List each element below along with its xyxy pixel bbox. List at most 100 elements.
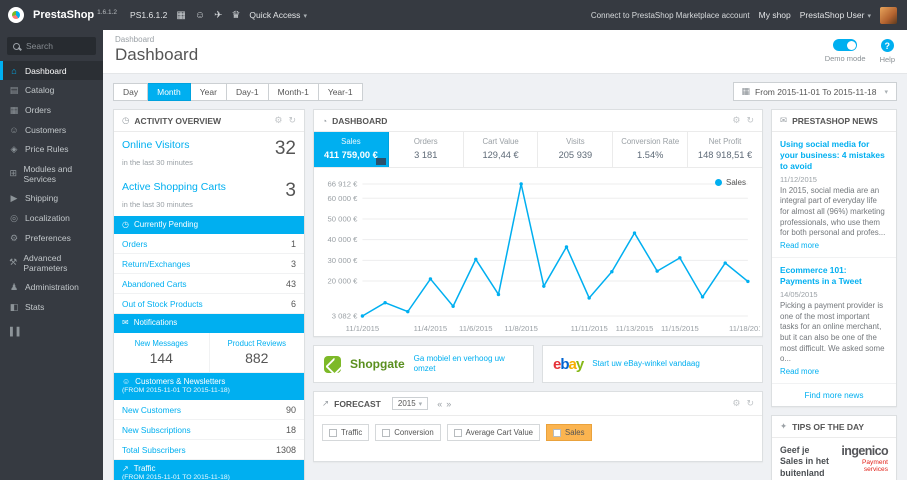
orders-link[interactable]: Orders bbox=[122, 239, 147, 249]
trophy-icon[interactable]: ♛ bbox=[231, 10, 240, 21]
refresh-icon[interactable]: ↻ bbox=[746, 115, 754, 126]
sidebar-item-dashboard[interactable]: ⌂ Dashboard bbox=[0, 61, 103, 80]
sidebar-item-localization[interactable]: ◎ Localization bbox=[0, 208, 103, 228]
gear-icon[interactable]: ⚙ bbox=[274, 115, 282, 126]
demo-mode-label: Demo mode bbox=[824, 54, 866, 63]
sidebar-item-catalog[interactable]: ▤ Catalog bbox=[0, 80, 103, 100]
legend-average-cart-value[interactable]: Average Cart Value bbox=[446, 424, 540, 441]
shopgate-banner[interactable]: Shopgate Ga mobiel en verhoog uw omzet bbox=[313, 345, 534, 383]
breadcrumb[interactable]: Dashboard bbox=[115, 35, 198, 44]
kpi-orders[interactable]: Orders 3 181 bbox=[389, 132, 464, 167]
sidebar-search[interactable] bbox=[7, 37, 96, 55]
chip-label: Average Cart Value bbox=[465, 428, 533, 437]
chart-legend[interactable]: Sales bbox=[714, 178, 746, 187]
news-title-link[interactable]: Ecommerce 101: Payments in a Tweet bbox=[780, 265, 888, 287]
shopgate-link[interactable]: Ga mobiel en verhoog uw omzet bbox=[414, 354, 523, 374]
tab-year-1[interactable]: Year-1 bbox=[318, 82, 363, 101]
sidebar-item-preferences[interactable]: ⚙ Preferences bbox=[0, 228, 103, 248]
kpi-visits[interactable]: Visits 205 939 bbox=[538, 132, 614, 167]
avatar[interactable] bbox=[880, 6, 897, 24]
returns-value: 3 bbox=[290, 258, 296, 269]
prestashop-logo-icon[interactable] bbox=[8, 7, 24, 23]
active-carts-link[interactable]: Active Shopping Carts bbox=[122, 181, 226, 193]
date-range-picker[interactable]: ▦ From 2015-11-01 To 2015-11-18 bbox=[732, 82, 897, 101]
new-subscriptions-link[interactable]: New Subscriptions bbox=[122, 425, 191, 435]
kpi-cart-value[interactable]: Cart Value 129,44 € bbox=[464, 132, 539, 167]
product-reviews-cell[interactable]: Product Reviews 882 bbox=[208, 332, 305, 372]
sidebar-item-price-rules[interactable]: ◈ Price Rules bbox=[0, 139, 103, 159]
year-select[interactable]: 2015 bbox=[391, 397, 429, 410]
tab-month-1[interactable]: Month-1 bbox=[268, 82, 319, 101]
panel-tools: ⚙ ↻ bbox=[274, 115, 296, 126]
customers-icon[interactable]: ☺ bbox=[195, 10, 205, 21]
refresh-icon[interactable]: ↻ bbox=[746, 398, 754, 409]
demo-mode-toggle[interactable]: Demo mode bbox=[825, 39, 866, 64]
sidebar-collapse-button[interactable]: ▌▌ bbox=[0, 317, 103, 346]
messages-icon[interactable]: ✈ bbox=[214, 10, 222, 21]
svg-text:11/6/2015: 11/6/2015 bbox=[459, 324, 493, 333]
kpi-conversion-rate[interactable]: Conversion Rate 1.54% bbox=[613, 132, 689, 167]
my-shop-link[interactable]: My shop bbox=[759, 10, 791, 20]
kpi-sales[interactable]: Sales 411 759,00 € bbox=[314, 132, 389, 167]
date-range-label: From 2015-11-01 To 2015-11-18 bbox=[755, 86, 877, 97]
out-of-stock-link[interactable]: Out of Stock Products bbox=[122, 299, 203, 309]
section-title: Traffic bbox=[133, 464, 156, 473]
legend-label: Sales bbox=[725, 178, 746, 187]
read-more-link[interactable]: Read more bbox=[780, 367, 819, 376]
tab-year[interactable]: Year bbox=[190, 82, 227, 101]
prev-icon[interactable]: « bbox=[437, 399, 442, 409]
tips-top: Geef je Sales in het buitenland een Boos… bbox=[780, 445, 889, 480]
user-menu[interactable]: PrestaShop User bbox=[800, 10, 871, 20]
sidebar-item-shipping[interactable]: ▶ Shipping bbox=[0, 188, 103, 208]
tips-panel-header: ✦ TIPS OF THE DAY bbox=[772, 416, 896, 438]
sidebar-item-advanced-parameters[interactable]: ⚒ Advanced Parameters bbox=[0, 248, 103, 277]
help-button[interactable]: Help bbox=[880, 39, 895, 64]
dashboard-columns: ◷ ACTIVITY OVERVIEW ⚙ ↻ Online Visitors … bbox=[113, 109, 897, 480]
abandoned-carts-link[interactable]: Abandoned Carts bbox=[122, 279, 187, 289]
sidebar-item-customers[interactable]: ☺ Customers bbox=[0, 120, 103, 139]
module-banners: Shopgate Ga mobiel en verhoog uw omzet e… bbox=[313, 345, 763, 383]
help-icon[interactable] bbox=[880, 39, 894, 52]
quick-access-menu[interactable]: Quick Access bbox=[249, 10, 307, 20]
section-title: Notifications bbox=[133, 318, 178, 328]
topbar-right: Connect to PrestaShop Marketplace accoun… bbox=[591, 6, 897, 24]
online-visitors-link[interactable]: Online Visitors bbox=[122, 139, 190, 151]
tab-day-1[interactable]: Day-1 bbox=[226, 82, 269, 101]
cart-icon[interactable]: ▦ bbox=[176, 10, 185, 21]
legend-sales[interactable]: Sales bbox=[546, 424, 592, 441]
brand-name[interactable]: PrestaShop bbox=[33, 9, 94, 21]
svg-text:11/18/2015: 11/18/2015 bbox=[729, 324, 760, 333]
connect-marketplace-link[interactable]: Connect to PrestaShop Marketplace accoun… bbox=[591, 11, 750, 20]
tab-month[interactable]: Month bbox=[148, 82, 191, 101]
sidebar-item-label: Orders bbox=[25, 105, 51, 115]
sidebar-item-orders[interactable]: ▦ Orders bbox=[0, 100, 103, 120]
legend-traffic[interactable]: Traffic bbox=[322, 424, 370, 441]
legend-conversion[interactable]: Conversion bbox=[375, 424, 441, 441]
returns-link[interactable]: Return/Exchanges bbox=[122, 259, 190, 269]
find-more-news-link[interactable]: Find more news bbox=[772, 384, 896, 406]
toggle-icon[interactable] bbox=[833, 39, 858, 51]
news-title-link[interactable]: Using social media for your business: 4 … bbox=[780, 139, 888, 172]
new-messages-cell[interactable]: New Messages 144 bbox=[114, 333, 209, 372]
page-title: Dashboard bbox=[115, 45, 199, 64]
refresh-icon[interactable]: ↻ bbox=[288, 115, 296, 126]
tab-day[interactable]: Day bbox=[113, 82, 149, 101]
gear-icon[interactable]: ⚙ bbox=[732, 115, 740, 126]
gear-icon[interactable]: ⚙ bbox=[732, 398, 740, 409]
sidebar-item-modules[interactable]: ⊞ Modules and Services bbox=[0, 159, 103, 188]
new-customers-link[interactable]: New Customers bbox=[122, 405, 181, 415]
tips-panel: ✦ TIPS OF THE DAY Geef je Sales in het b… bbox=[771, 415, 897, 480]
total-subscribers-link[interactable]: Total Subscribers bbox=[122, 445, 186, 455]
sidebar-item-stats[interactable]: ◧ Stats bbox=[0, 297, 103, 317]
next-icon[interactable]: » bbox=[446, 399, 451, 409]
forecast-panel: ↗ FORECAST 2015 « » ⚙ ↻ Traffic Conversi… bbox=[313, 391, 763, 462]
tips-body: Geef je Sales in het buitenland een Boos… bbox=[772, 438, 896, 480]
sidebar-item-administration[interactable]: ♟ Administration bbox=[0, 277, 103, 297]
ebay-link[interactable]: Start uw eBay-winkel vandaag bbox=[592, 359, 700, 369]
read-more-link[interactable]: Read more bbox=[780, 241, 819, 250]
search-input[interactable] bbox=[26, 41, 88, 51]
forecast-panel-title: FORECAST bbox=[334, 398, 381, 409]
kpi-net-profit[interactable]: Net Profit 148 918,51 € bbox=[688, 132, 762, 167]
ebay-banner[interactable]: ebay Start uw eBay-winkel vandaag bbox=[542, 345, 763, 383]
section-notifications: ✉ Notifications bbox=[114, 314, 304, 333]
